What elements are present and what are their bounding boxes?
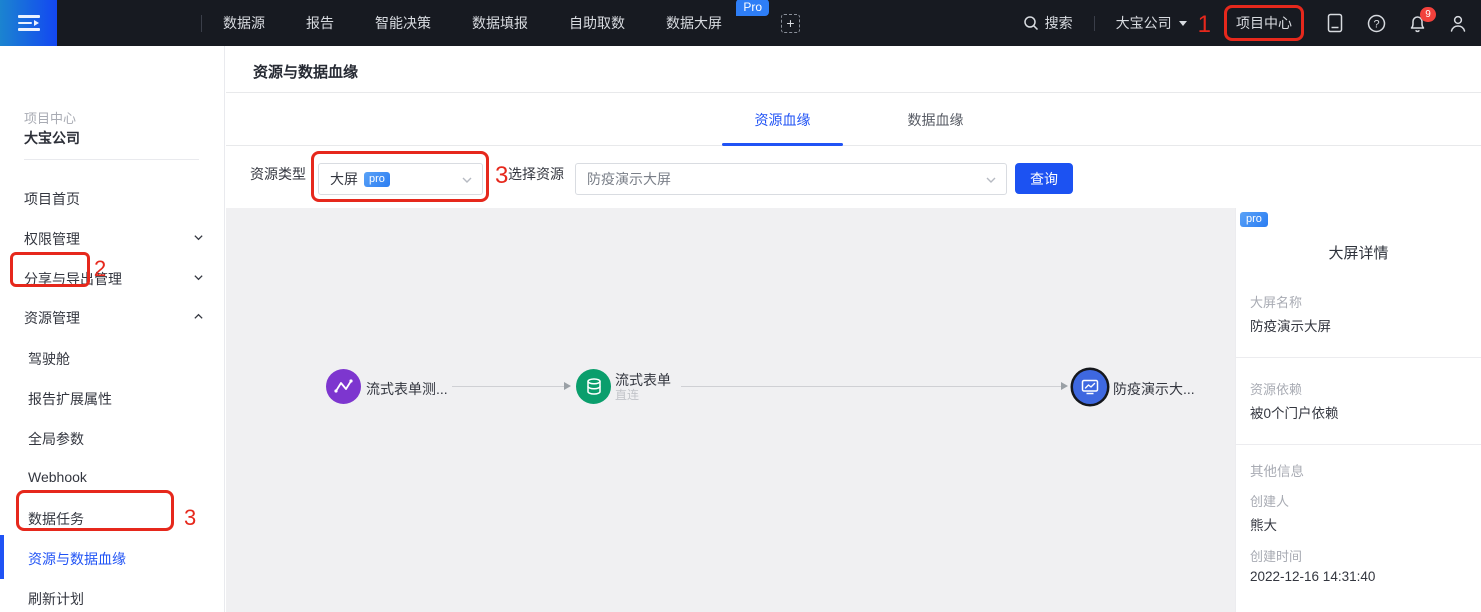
sidebar-item-global-params[interactable]: 全局参数 [28, 429, 84, 449]
divider [1236, 444, 1481, 445]
chevron-down-icon[interactable] [193, 232, 204, 243]
navbar-right: 搜索 大宝公司 1 项目中心 ? 9 [1023, 0, 1468, 46]
annotation-number-1: 1 [1198, 13, 1211, 37]
notification-count-badge: 9 [1420, 7, 1436, 22]
tabs-bar: 资源血缘 数据血缘 [226, 94, 1481, 146]
active-item-indicator [0, 535, 4, 579]
pro-badge: pro [364, 172, 390, 187]
graph-node-epidemic-screen[interactable] [1073, 370, 1107, 404]
chevron-down-icon [985, 174, 997, 186]
annotation-number-3: 3 [184, 507, 196, 529]
chevron-down-icon [461, 174, 473, 186]
graph-node-stream-form-test[interactable] [326, 369, 361, 404]
resource-type-label: 资源类型 [250, 164, 306, 184]
search-icon [1023, 15, 1039, 31]
add-module-icon[interactable]: + [781, 14, 800, 33]
nav-item-report[interactable]: 报告 [306, 13, 334, 33]
nav-item-data-entry[interactable]: 数据填报 [472, 13, 528, 33]
dependency-label: 资源依赖 [1250, 379, 1302, 398]
graph-node-stream-form[interactable] [576, 369, 611, 404]
pro-badge: Pro [736, 0, 769, 16]
sidebar-section-label: 项目中心 [24, 108, 76, 127]
graph-edge [452, 386, 569, 387]
creator-label: 创建人 [1250, 491, 1289, 510]
filter-bar: 资源类型 大屏 pro 选择资源 防疫演示大屏 查询 [226, 147, 1481, 208]
nav-item-smart-decision[interactable]: 智能决策 [375, 13, 431, 33]
sidebar-item-cockpit[interactable]: 驾驶舱 [28, 349, 70, 369]
annotation-number-2: 2 [94, 258, 106, 280]
help-icon[interactable]: ? [1366, 13, 1386, 33]
search-button[interactable]: 搜索 [1023, 13, 1073, 33]
sidebar-item-permission[interactable]: 权限管理 [24, 229, 80, 249]
sidebar-item-data-task[interactable]: 数据任务 [28, 509, 84, 529]
navbar-divider [201, 15, 202, 32]
sidebar-item-report-extended-attrs[interactable]: 报告扩展属性 [28, 389, 112, 409]
tab-resource-lineage[interactable]: 资源血缘 [722, 94, 843, 146]
divider [1236, 357, 1481, 358]
nav-item-self-service[interactable]: 自助取数 [569, 13, 625, 33]
resource-select[interactable]: 防疫演示大屏 [575, 163, 1007, 195]
top-navbar: 数据源 报告 智能决策 数据填报 自助取数 数据大屏 Pro + 搜索 大宝公司… [0, 0, 1481, 46]
mobile-app-icon[interactable] [1325, 13, 1345, 33]
notifications-button[interactable]: 9 [1407, 13, 1427, 33]
nav-item-datasource[interactable]: 数据源 [223, 13, 265, 33]
pro-badge: pro [1240, 212, 1268, 227]
active-tab-underline [722, 143, 843, 146]
tab-data-lineage[interactable]: 数据血缘 [875, 94, 996, 146]
panel-title: 大屏详情 [1236, 242, 1481, 263]
collapse-menu-button[interactable] [0, 0, 57, 46]
lineage-graph-canvas[interactable]: 流式表单测... 流式表单 直连 防疫演示大... [226, 208, 1235, 612]
detail-panel: pro 大屏详情 大屏名称 防疫演示大屏 资源依赖 被0个门户依赖 其他信息 创… [1235, 208, 1481, 612]
chevron-down-icon[interactable] [193, 272, 204, 283]
graph-node-sublabel: 直连 [615, 386, 639, 403]
org-switcher[interactable]: 大宝公司 [1116, 13, 1187, 33]
user-avatar[interactable] [1448, 13, 1468, 33]
resource-type-select[interactable]: 大屏 pro [318, 163, 483, 195]
screen-name-label: 大屏名称 [1250, 292, 1302, 311]
chevron-down-icon [1179, 21, 1187, 26]
query-button[interactable]: 查询 [1015, 163, 1073, 194]
dashboard-screen-icon [1081, 379, 1099, 395]
page-header: 资源与数据血缘 [226, 46, 1481, 93]
sidebar-item-refresh-plan[interactable]: 刷新计划 [28, 589, 84, 609]
select-resource-label: 选择资源 [508, 164, 564, 184]
created-time-value: 2022-12-16 14:31:40 [1250, 569, 1375, 584]
trend-line-icon [334, 379, 353, 394]
page: 数据源 报告 智能决策 数据填报 自助取数 数据大屏 Pro + 搜索 大宝公司… [0, 0, 1481, 612]
dependency-value: 被0个门户依赖 [1250, 402, 1339, 422]
sidebar-item-share-export[interactable]: 分享与导出管理 [24, 269, 122, 289]
navbar-divider [1094, 16, 1095, 31]
nav-item-big-screen[interactable]: 数据大屏 Pro [666, 13, 722, 33]
nav-menu: 数据源 报告 智能决策 数据填报 自助取数 数据大屏 Pro + [223, 0, 800, 46]
sidebar-item-resource-management[interactable]: 资源管理 [24, 308, 80, 328]
page-title: 资源与数据血缘 [253, 61, 358, 82]
graph-node-label: 防疫演示大... [1113, 379, 1195, 399]
sidebar-item-resource-data-lineage[interactable]: 资源与数据血缘 [28, 549, 126, 569]
graph-node-label: 流式表单测... [366, 379, 448, 399]
sidebar-org-name: 大宝公司 [24, 128, 80, 148]
other-info-section-label: 其他信息 [1250, 460, 1304, 480]
divider [24, 159, 199, 160]
project-center-button[interactable]: 项目中心 [1224, 5, 1304, 41]
sidebar-item-webhook[interactable]: Webhook [28, 469, 87, 485]
annotation-number-3-filter: 3 [495, 164, 508, 188]
svg-text:?: ? [1373, 18, 1379, 30]
chevron-up-icon[interactable] [193, 311, 204, 322]
hamburger-icon [18, 15, 40, 31]
creator-value: 熊大 [1250, 514, 1277, 534]
screen-name-value: 防疫演示大屏 [1250, 315, 1331, 335]
database-icon [586, 378, 602, 396]
sidebar-item-project-home[interactable]: 项目首页 [24, 189, 80, 209]
graph-edge [681, 386, 1066, 387]
created-time-label: 创建时间 [1250, 546, 1302, 565]
